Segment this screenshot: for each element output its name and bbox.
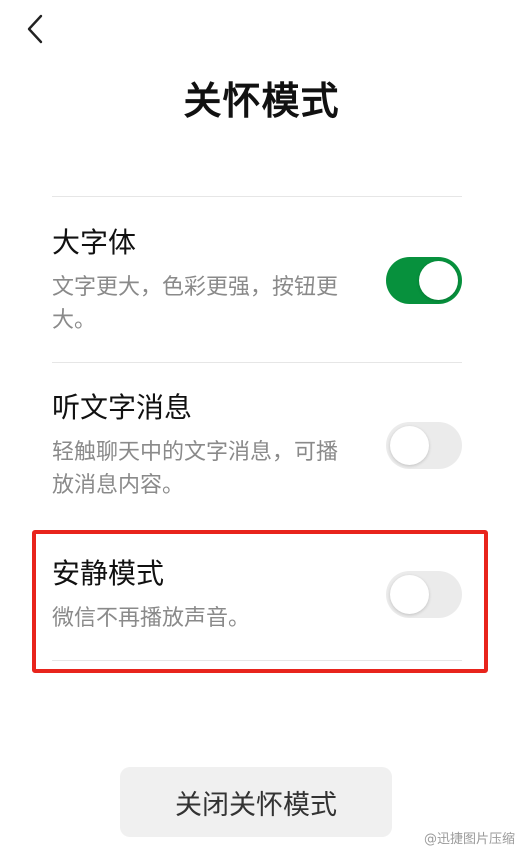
setting-description: 轻触聊天中的文字消息，可播放消息内容。 — [52, 440, 339, 498]
back-button[interactable] — [20, 12, 50, 46]
page-title: 关怀模式 — [183, 79, 340, 123]
care-mode-page: 关怀模式 大字体 文字更大，色彩更强，按钮更大。 听文字消息 轻触聊天中的文字消… — [0, 0, 523, 857]
toggle-knob — [390, 426, 429, 465]
setting-listen-text-messages: 听文字消息 轻触聊天中的文字消息，可播放消息内容。 — [52, 390, 462, 510]
toggle-knob — [419, 261, 458, 300]
watermark: @迅捷图片压缩 — [424, 828, 515, 847]
setting-description: 文字更大，色彩更强，按钮更大。 — [52, 275, 339, 333]
large-font-toggle[interactable] — [386, 257, 462, 304]
setting-title: 大字体 — [52, 226, 137, 259]
listen-text-toggle[interactable] — [386, 422, 462, 469]
chevron-left-icon — [27, 14, 43, 44]
setting-title: 听文字消息 — [52, 391, 193, 424]
setting-large-font: 大字体 文字更大，色彩更强，按钮更大。 — [52, 225, 462, 345]
close-care-mode-button[interactable]: 关闭关怀模式 — [120, 767, 392, 837]
divider — [52, 196, 462, 197]
divider — [52, 362, 462, 363]
highlight-annotation-box — [32, 530, 488, 673]
watermark-text: @迅捷图片压缩 — [423, 832, 515, 847]
